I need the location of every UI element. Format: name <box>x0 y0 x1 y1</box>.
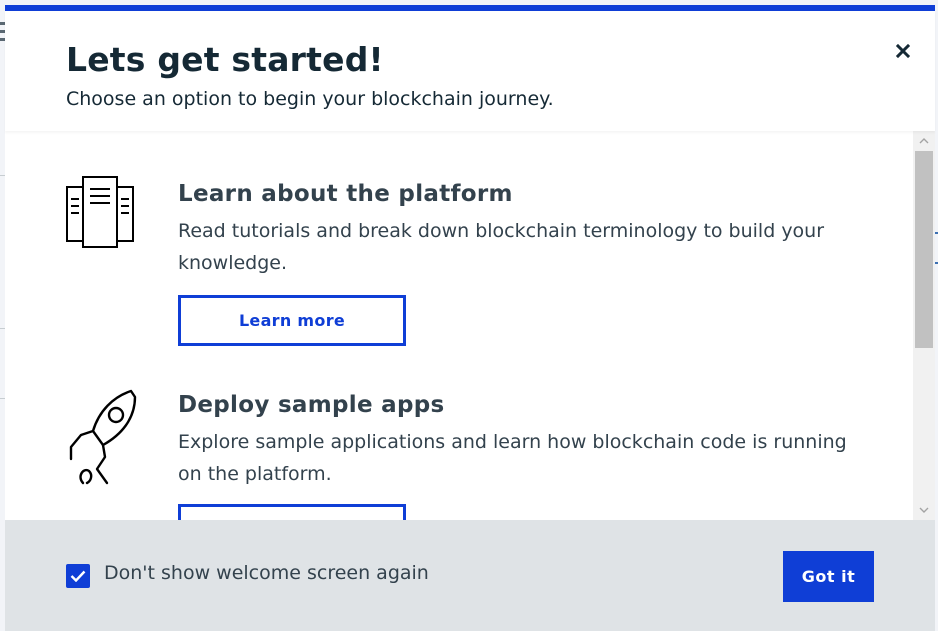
content-scrollbar[interactable] <box>913 131 935 520</box>
modal-footer: Don't show welcome screen again Got it <box>5 520 935 631</box>
rocket-icon <box>69 389 137 485</box>
got-it-button[interactable]: Got it <box>783 551 874 602</box>
option-title: Deploy sample apps <box>178 392 445 418</box>
modal-title: Lets get started! <box>66 40 384 79</box>
option-description: Read tutorials and break down blockchain… <box>178 220 825 274</box>
chevron-down-icon <box>919 507 929 513</box>
option-title: Learn about the platform <box>178 181 513 207</box>
checkmark-icon <box>70 570 86 582</box>
deploy-apps-button[interactable] <box>178 504 406 520</box>
scroll-thumb[interactable] <box>915 151 933 348</box>
learn-more-button[interactable]: Learn more <box>178 295 406 346</box>
option-deploy-sample-apps: Deploy sample apps Explore sample applic… <box>5 341 913 520</box>
welcome-modal: Lets get started! Choose an option to be… <box>5 5 935 631</box>
scroll-down-button[interactable] <box>913 500 935 520</box>
scroll-up-button[interactable] <box>913 131 935 151</box>
options-list: Learn about the platform Read tutorials … <box>5 131 913 520</box>
modal-subtitle: Choose an option to begin your blockchai… <box>66 88 554 110</box>
checkbox-label[interactable]: Don't show welcome screen again <box>104 562 429 584</box>
close-button[interactable] <box>889 37 917 65</box>
close-icon <box>896 44 910 58</box>
dont-show-again-checkbox[interactable] <box>66 564 90 588</box>
modal-header: Lets get started! Choose an option to be… <box>5 11 935 131</box>
option-learn-platform: Learn about the platform Read tutorials … <box>5 131 913 346</box>
documents-icon <box>66 176 134 248</box>
option-description: Explore sample applications and learn ho… <box>178 431 847 485</box>
chevron-up-icon <box>919 138 929 144</box>
